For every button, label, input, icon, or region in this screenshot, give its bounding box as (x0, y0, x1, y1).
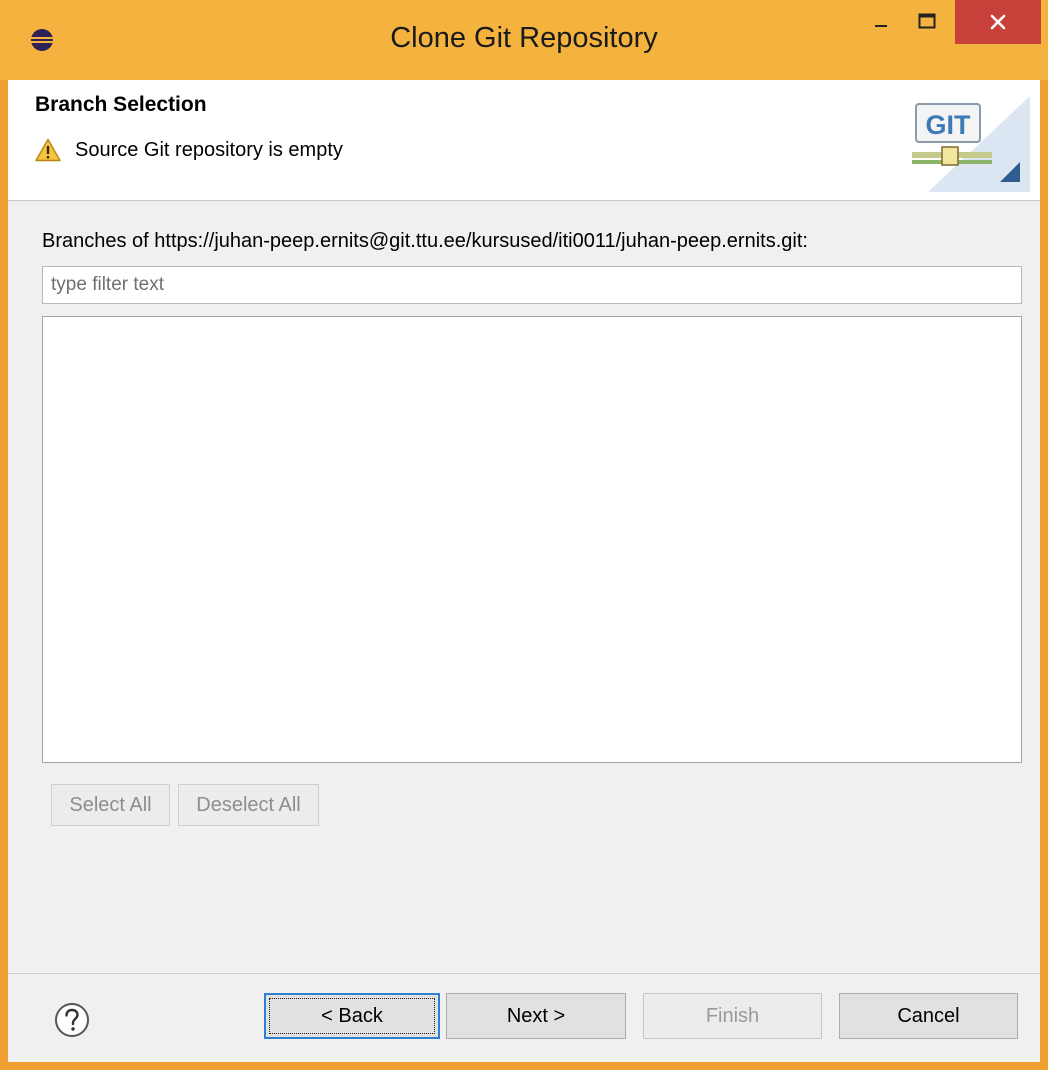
maximize-button[interactable] (904, 0, 950, 42)
back-button[interactable]: < Back (264, 993, 440, 1039)
close-button[interactable] (955, 0, 1041, 44)
next-button[interactable]: Next > (446, 993, 626, 1039)
footer-separator (8, 973, 1040, 974)
branches-label: Branches of https://juhan-peep.ernits@gi… (42, 230, 808, 252)
wizard-header: Branch Selection Source Git repository i… (8, 80, 1040, 201)
branch-filter-input[interactable] (42, 266, 1022, 304)
branch-list[interactable] (42, 316, 1022, 763)
finish-button[interactable]: Finish (643, 993, 822, 1039)
close-icon (990, 14, 1006, 30)
warning-icon (35, 138, 61, 162)
dialog-body: Branch Selection Source Git repository i… (8, 80, 1040, 1062)
cancel-button[interactable]: Cancel (839, 993, 1018, 1039)
status-message: Source Git repository is empty (35, 138, 343, 162)
deselect-all-button[interactable]: Deselect All (178, 784, 319, 826)
git-logo: GIT (912, 96, 1030, 192)
minimize-button[interactable] (862, 0, 900, 42)
help-icon[interactable] (54, 1002, 90, 1038)
status-message-text: Source Git repository is empty (75, 138, 343, 161)
select-all-button[interactable]: Select All (51, 784, 170, 826)
page-title: Branch Selection (35, 93, 207, 116)
focus-ring (269, 998, 435, 1034)
maximize-icon (918, 13, 936, 29)
minimize-icon (875, 25, 887, 27)
title-bar[interactable]: Clone Git Repository (0, 0, 1048, 80)
dialog-window: Clone Git Repository Branch Selection So… (0, 0, 1048, 1070)
git-logo-text: GIT (926, 110, 972, 140)
